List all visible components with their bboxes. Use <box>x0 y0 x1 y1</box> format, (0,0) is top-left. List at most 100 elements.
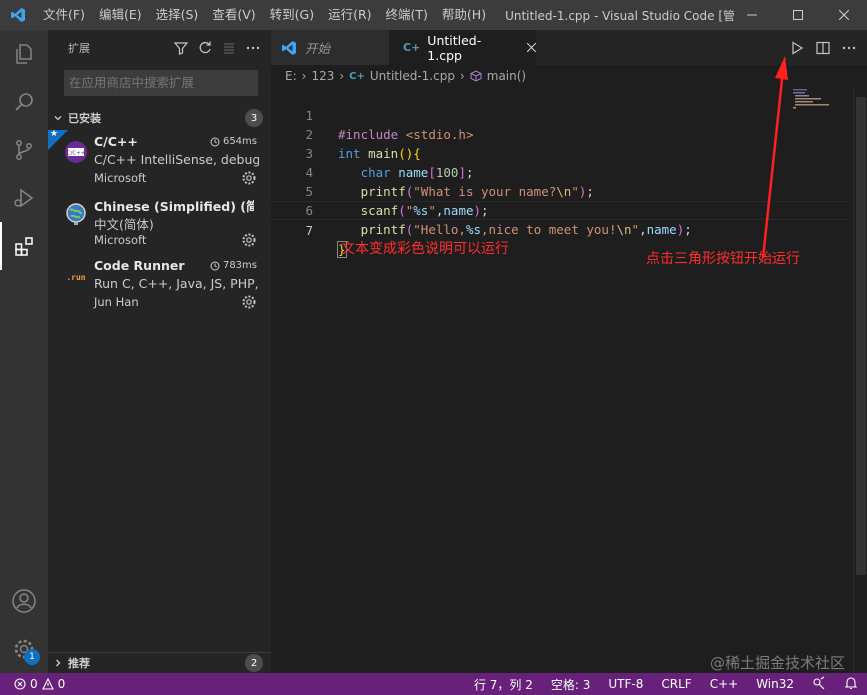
tab-welcome[interactable]: 开始 <box>271 30 389 65</box>
settings-update-badge: 1 <box>24 649 40 665</box>
menu-view[interactable]: 查看(V) <box>205 0 262 30</box>
chevron-right-icon <box>48 658 68 668</box>
cursor-position[interactable]: 行 7，列 2 <box>465 676 542 693</box>
menu-help[interactable]: 帮助(H) <box>435 0 493 30</box>
extension-publisher: Microsoft <box>94 171 147 185</box>
breadcrumb-folder[interactable]: 123 <box>311 69 334 83</box>
extensions-sidebar: 扩展 已安装 3 ★ C/C++ C/C++ 654ms C/C++ Intel… <box>48 30 271 673</box>
error-count: 0 <box>30 677 38 691</box>
tab-label: Untitled-1.cpp <box>427 32 482 63</box>
watermark: @稀土掘金技术社区 <box>709 654 845 672</box>
menu-edit[interactable]: 编辑(E) <box>92 0 149 30</box>
more-actions-icon[interactable] <box>841 40 857 56</box>
menu-selection[interactable]: 选择(S) <box>149 0 206 30</box>
editor-area: 开始 C+ Untitled-1.cpp E: › 123 › C+ Untit… <box>271 30 867 673</box>
recommended-count-badge: 2 <box>245 654 263 672</box>
notifications-bell-icon[interactable] <box>835 676 867 693</box>
manage-button[interactable]: 1 <box>0 625 48 673</box>
menu-run[interactable]: 运行(R) <box>321 0 378 30</box>
annotation-arrow <box>761 56 788 259</box>
extension-description: Run C, C++, Java, JS, PHP, Python... <box>94 276 259 291</box>
star-icon: ★ <box>50 129 59 139</box>
annotation-colored-text: 文本变成彩色说明可以运行 <box>341 241 509 257</box>
cpp-icon: C/C++ <box>65 141 87 163</box>
vscode-logo-icon <box>0 0 36 30</box>
refresh-icon[interactable] <box>197 40 213 56</box>
breadcrumb-symbol[interactable]: main() <box>487 69 526 83</box>
extension-item-code-runner[interactable]: .run Code Runner 783ms Run C, C++, Java,… <box>48 254 271 316</box>
activity-bar: 1 <box>0 30 48 673</box>
activation-time: 654ms <box>210 136 257 147</box>
extension-description: 中文(简体) <box>94 217 154 232</box>
installed-section-header[interactable]: 已安装 3 <box>48 107 271 129</box>
extensions-button[interactable] <box>0 222 48 270</box>
indentation[interactable]: 空格: 3 <box>542 676 600 693</box>
feedback-icon[interactable] <box>803 676 835 693</box>
source-control-icon <box>16 140 32 160</box>
menu-file[interactable]: 文件(F) <box>36 0 92 30</box>
editor-scrollbar[interactable] <box>853 87 867 673</box>
status-bar: 0 0 行 7，列 2 空格: 3 UTF-8 CRLF C++ Win32 <box>0 673 867 695</box>
cpp-file-icon: C+ <box>349 70 365 82</box>
close-button[interactable] <box>821 0 867 30</box>
source-control-button[interactable] <box>0 126 48 174</box>
warning-icon <box>41 678 54 690</box>
extensions-icon <box>15 237 33 256</box>
recommended-label: 推荐 <box>68 657 90 670</box>
vscode-tab-icon <box>282 40 296 55</box>
tab-untitled-cpp[interactable]: C+ Untitled-1.cpp <box>389 30 537 65</box>
run-debug-button[interactable] <box>0 174 48 222</box>
error-icon <box>14 678 26 690</box>
history-icon <box>210 137 220 146</box>
gear-icon[interactable] <box>241 170 257 186</box>
gear-icon[interactable] <box>241 232 257 248</box>
globe-icon <box>66 203 86 225</box>
explorer-button[interactable] <box>0 30 48 78</box>
extension-publisher: Microsoft <box>94 233 147 247</box>
installed-label: 已安装 <box>68 112 101 125</box>
breadcrumb-file[interactable]: Untitled-1.cpp <box>370 69 455 83</box>
language-mode[interactable]: C++ <box>701 677 748 691</box>
end-of-line[interactable]: CRLF <box>652 677 700 691</box>
run-code-play-icon[interactable] <box>789 40 805 56</box>
extension-item-chinese[interactable]: Chinese (Simplified) (简体中文) 中文(简体) Micro… <box>48 192 271 254</box>
filter-icon[interactable] <box>173 40 189 56</box>
problems-indicator[interactable]: 0 0 <box>0 677 65 691</box>
cpp-file-icon: C+ <box>403 41 421 54</box>
menu-terminal[interactable]: 终端(T) <box>379 0 435 30</box>
window-controls <box>729 0 867 30</box>
search-button[interactable] <box>0 78 48 126</box>
history-icon <box>210 261 220 270</box>
run-debug-icon <box>14 188 34 208</box>
menu-go[interactable]: 转到(G) <box>263 0 321 30</box>
extensions-search-input[interactable] <box>64 70 258 96</box>
minimap[interactable] <box>791 87 851 127</box>
platform[interactable]: Win32 <box>747 677 803 691</box>
gear-icon[interactable] <box>241 294 257 310</box>
breadcrumb-drive[interactable]: E: <box>285 69 297 83</box>
extension-publisher: Jun Han <box>94 295 139 309</box>
chevron-right-icon: › <box>339 69 345 83</box>
search-icon <box>15 93 33 111</box>
clear-icon[interactable] <box>221 40 237 56</box>
files-icon <box>16 44 32 64</box>
svg-text:.run: .run <box>66 273 85 282</box>
sidebar-header: 扩展 <box>48 30 271 65</box>
method-cube-icon <box>470 70 482 82</box>
account-icon <box>12 589 36 613</box>
chevron-down-icon <box>48 113 68 123</box>
chevron-right-icon: › <box>301 69 307 83</box>
minimize-button[interactable] <box>729 0 775 30</box>
account-button[interactable] <box>0 577 48 625</box>
close-tab-icon[interactable] <box>526 40 537 55</box>
split-editor-icon[interactable] <box>815 40 831 56</box>
encoding[interactable]: UTF-8 <box>599 677 652 691</box>
scroll-thumb[interactable] <box>856 97 866 575</box>
recommended-section-header[interactable]: 推荐 2 <box>48 652 271 673</box>
extension-item-cpp[interactable]: ★ C/C++ C/C++ 654ms C/C++ IntelliSense, … <box>48 129 271 192</box>
svg-text:C/C++: C/C++ <box>67 150 86 156</box>
maximize-button[interactable] <box>775 0 821 30</box>
more-actions-icon[interactable] <box>245 40 261 56</box>
window-title: Untitled-1.cpp - Visual Studio Code [管..… <box>505 8 736 23</box>
activation-time: 783ms <box>210 260 257 271</box>
